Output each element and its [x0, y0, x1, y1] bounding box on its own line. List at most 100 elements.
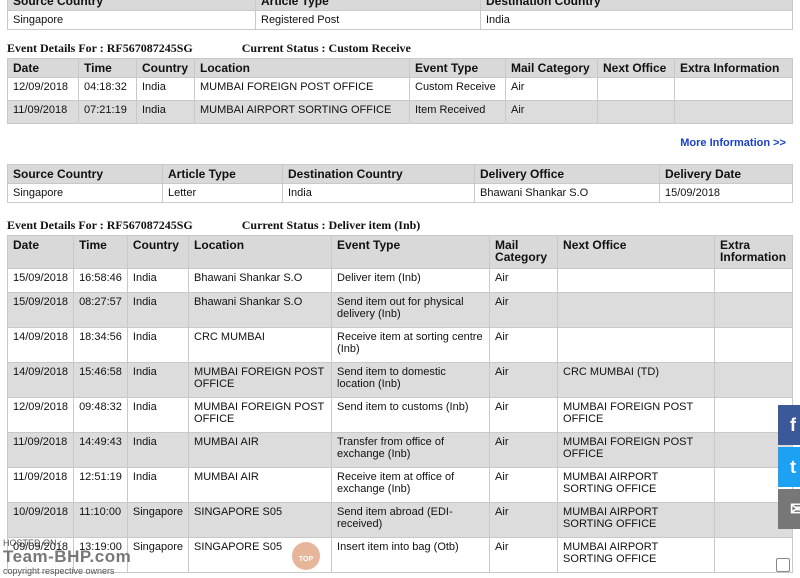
- cell-country: India: [126, 268, 190, 293]
- col-extra-info: Extra Information: [714, 235, 793, 269]
- cell-extra-info: [714, 268, 793, 293]
- watermark-copyright: copyright respective owners: [3, 566, 115, 576]
- email-share-button[interactable]: ✉: [778, 489, 800, 529]
- twitter-share-button[interactable]: t: [778, 447, 800, 487]
- cell-date: 12/09/2018: [7, 77, 79, 101]
- cell-next-office: MUMBAI FOREIGN POST OFFICE: [557, 397, 716, 433]
- cell-location: MUMBAI FOREIGN POST OFFICE: [194, 77, 410, 101]
- cell-time: 04:18:32: [78, 77, 137, 101]
- col-extra-info: Extra Information: [674, 58, 793, 78]
- event-label: Event Details For : RF567087245SG: [7, 218, 193, 232]
- cell-event-type: Send item abroad (EDI-received): [331, 502, 491, 538]
- cell-time: 07:21:19: [78, 100, 137, 124]
- col-mail-category: Mail Category: [505, 58, 598, 78]
- cell-destination-country: India: [282, 183, 475, 203]
- cell-extra-info: [714, 292, 793, 328]
- facebook-icon: f: [778, 405, 800, 445]
- cell-article-type: Letter: [162, 183, 283, 203]
- cell-mail-category: Air: [489, 467, 559, 503]
- table-row: 14/09/2018 18:34:56 India CRC MUMBAI Rec…: [6, 327, 793, 363]
- cell-event-type: Send item out for physical delivery (Inb…: [331, 292, 491, 328]
- cell-next-office: [557, 327, 716, 363]
- col-location: Location: [194, 58, 410, 78]
- cell-date: 14/09/2018: [6, 362, 75, 398]
- cell-country: India: [136, 77, 195, 101]
- cell-country: Singapore: [126, 502, 190, 538]
- cell-mail-category: Air: [489, 362, 559, 398]
- cell-mail-category: Air: [489, 502, 559, 538]
- cell-time: 16:58:46: [73, 268, 128, 293]
- cell-location: MUMBAI AIRPORT SORTING OFFICE: [194, 100, 410, 124]
- cell-extra-info: [674, 77, 793, 101]
- col-source-country: Source Country: [7, 0, 256, 11]
- delivery-table: Source Country Article Type Destination …: [7, 164, 793, 203]
- col-country: Country: [136, 58, 195, 78]
- cell-location: MUMBAI FOREIGN POST OFFICE: [188, 397, 333, 433]
- cell-mail-category: Air: [505, 100, 598, 124]
- cell-location: MUMBAI AIR: [188, 467, 333, 503]
- cell-mail-category: Air: [489, 268, 559, 293]
- col-event-type: Event Type: [409, 58, 506, 78]
- cell-date: 10/09/2018: [6, 502, 75, 538]
- cell-date: 11/09/2018: [7, 100, 79, 124]
- cell-delivery-date: 15/09/2018: [659, 183, 793, 203]
- col-date: Date: [6, 235, 75, 269]
- facebook-share-button[interactable]: f: [778, 405, 800, 445]
- cell-article-type: Registered Post: [255, 10, 481, 30]
- cell-country: India: [136, 100, 195, 124]
- col-delivery-office: Delivery Office: [474, 164, 660, 184]
- twitter-icon: t: [778, 447, 800, 487]
- header-table: Source Country Article Type Destination …: [7, 0, 793, 30]
- cell-time: 18:34:56: [73, 327, 128, 363]
- cell-extra-info: [674, 100, 793, 124]
- col-destination-country: Destination Country: [480, 0, 793, 11]
- col-delivery-date: Delivery Date: [659, 164, 793, 184]
- cell-event-type: Send item to customs (Inb): [331, 397, 491, 433]
- cell-date: 14/09/2018: [6, 327, 75, 363]
- col-next-office: Next Office: [557, 235, 716, 269]
- cell-destination-country: India: [480, 10, 793, 30]
- col-country: Country: [126, 235, 190, 269]
- cell-next-office: [557, 292, 716, 328]
- table-row: 11/09/2018 07:21:19 India MUMBAI AIRPORT…: [7, 100, 793, 124]
- cell-extra-info: [714, 327, 793, 363]
- cell-event-type: Item Received: [409, 100, 506, 124]
- cell-extra-info: [714, 362, 793, 398]
- cell-country: India: [126, 432, 190, 468]
- event-label: Event Details For : RF567087245SG: [7, 41, 193, 55]
- cell-location: MUMBAI FOREIGN POST OFFICE: [188, 362, 333, 398]
- cell-time: 09:48:32: [73, 397, 128, 433]
- cell-location: SINGAPORE S05: [188, 502, 333, 538]
- col-article-type: Article Type: [255, 0, 481, 11]
- event-heading-1: Event Details For : RF567087245SG Curren…: [7, 41, 411, 56]
- table-row: 12/09/2018 04:18:32 India MUMBAI FOREIGN…: [7, 77, 793, 101]
- table-row: 10/09/2018 11:10:00 Singapore SINGAPORE …: [6, 502, 793, 538]
- cell-location: MUMBAI AIR: [188, 432, 333, 468]
- cell-date: 11/09/2018: [6, 467, 75, 503]
- table-row: 15/09/2018 08:27:57 India Bhawani Shanka…: [6, 292, 793, 328]
- cell-next-office: MUMBAI AIRPORT SORTING OFFICE: [557, 467, 716, 503]
- cell-event-type: Send item to domestic location (Inb): [331, 362, 491, 398]
- watermark: HOSTED ON : Team-BHP.com copyright respe…: [3, 538, 131, 576]
- table-row: 11/09/2018 12:51:19 India MUMBAI AIR Rec…: [6, 467, 793, 503]
- cell-mail-category: Air: [489, 292, 559, 328]
- cell-date: 15/09/2018: [6, 292, 75, 328]
- cell-country: India: [126, 467, 190, 503]
- more-information-link[interactable]: More Information >>: [680, 137, 786, 149]
- col-date: Date: [7, 58, 79, 78]
- scroll-to-top-button[interactable]: TOP: [292, 542, 320, 570]
- email-icon: ✉: [778, 489, 800, 529]
- cell-location: CRC MUMBAI: [188, 327, 333, 363]
- col-event-type: Event Type: [331, 235, 491, 269]
- cell-time: 15:46:58: [73, 362, 128, 398]
- expand-icon[interactable]: [776, 558, 790, 572]
- cell-event-type: Insert item into bag (Otb): [331, 537, 491, 573]
- cell-mail-category: Air: [489, 397, 559, 433]
- cell-delivery-office: Bhawani Shankar S.O: [474, 183, 660, 203]
- table-row: 11/09/2018 14:49:43 India MUMBAI AIR Tra…: [6, 432, 793, 468]
- watermark-brand: Team-BHP.com: [3, 547, 132, 566]
- col-time: Time: [78, 58, 137, 78]
- cell-date: 12/09/2018: [6, 397, 75, 433]
- cell-mail-category: Air: [489, 537, 559, 573]
- col-next-office: Next Office: [597, 58, 675, 78]
